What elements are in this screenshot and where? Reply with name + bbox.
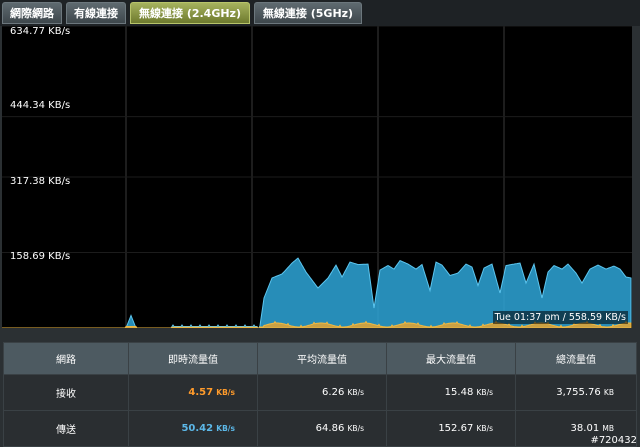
total-value: 3,755.76 KB — [515, 374, 637, 411]
traffic-stats-table: 網路 即時流量值 平均流量值 最大流量值 總流量值 接收 4.57 KB/s 6… — [3, 342, 637, 447]
unit-text: KB/s — [216, 424, 235, 433]
watermark: #720432 — [590, 435, 637, 446]
column-header: 網路 — [3, 342, 129, 375]
value-text: 38.01 — [570, 423, 600, 434]
max-value: 15.48 KB/s — [386, 374, 516, 411]
tab-bar: 網際網路 有線連接 無線連接 (2.4GHz) 無線連接 (5GHz) — [0, 0, 640, 26]
average-value: 64.86 KB/s — [257, 410, 387, 447]
unit-text: KB/s — [476, 388, 494, 397]
value-text: 50.42 — [181, 423, 214, 434]
y-tick-label: 634.77 KB/s — [10, 26, 71, 37]
y-tick-label: 317.38 KB/s — [10, 176, 71, 187]
unit-text: MB — [602, 424, 614, 433]
tab-wireless-24ghz[interactable]: 無線連接 (2.4GHz) — [130, 2, 250, 24]
y-tick-label: 444.34 KB/s — [10, 100, 71, 111]
chart-tooltip: Tue 01:37 pm / 558.59 KB/s — [492, 311, 628, 324]
row-label: 傳送 — [3, 410, 129, 447]
tab-wireless-5ghz[interactable]: 無線連接 (5GHz) — [254, 2, 362, 24]
column-header: 最大流量值 — [386, 342, 516, 375]
value-text: 4.57 — [188, 387, 214, 398]
unit-text: KB/s — [347, 424, 365, 433]
table-header-row: 網路 即時流量值 平均流量值 最大流量值 總流量值 — [3, 342, 637, 375]
value-text: 152.67 — [438, 423, 474, 434]
y-tick-label: 158.69 KB/s — [10, 251, 71, 262]
value-text: 6.26 — [322, 387, 345, 398]
current-value: 4.57 KB/s — [128, 374, 258, 411]
value-text: 3,755.76 — [556, 387, 601, 398]
table-row: 接收 4.57 KB/s 6.26 KB/s 15.48 KB/s 3,755.… — [3, 374, 637, 411]
value-text: 64.86 — [315, 423, 345, 434]
column-header: 平均流量值 — [257, 342, 387, 375]
column-header: 總流量值 — [515, 342, 637, 375]
tab-wired[interactable]: 有線連接 — [66, 2, 126, 24]
traffic-chart: 634.77 KB/s 444.34 KB/s 317.38 KB/s 158.… — [2, 26, 632, 328]
table-row: 傳送 50.42 KB/s 64.86 KB/s 152.67 KB/s 38.… — [3, 410, 637, 447]
unit-text: KB/s — [476, 424, 494, 433]
unit-text: KB/s — [347, 388, 365, 397]
tab-internet[interactable]: 網際網路 — [2, 2, 62, 24]
row-label: 接收 — [3, 374, 129, 411]
traffic-chart-svg — [2, 26, 632, 328]
value-text: 15.48 — [444, 387, 474, 398]
current-value: 50.42 KB/s — [128, 410, 258, 447]
average-value: 6.26 KB/s — [257, 374, 387, 411]
column-header: 即時流量值 — [128, 342, 258, 375]
unit-text: KB — [603, 388, 614, 397]
unit-text: KB/s — [216, 388, 235, 397]
max-value: 152.67 KB/s — [386, 410, 516, 447]
